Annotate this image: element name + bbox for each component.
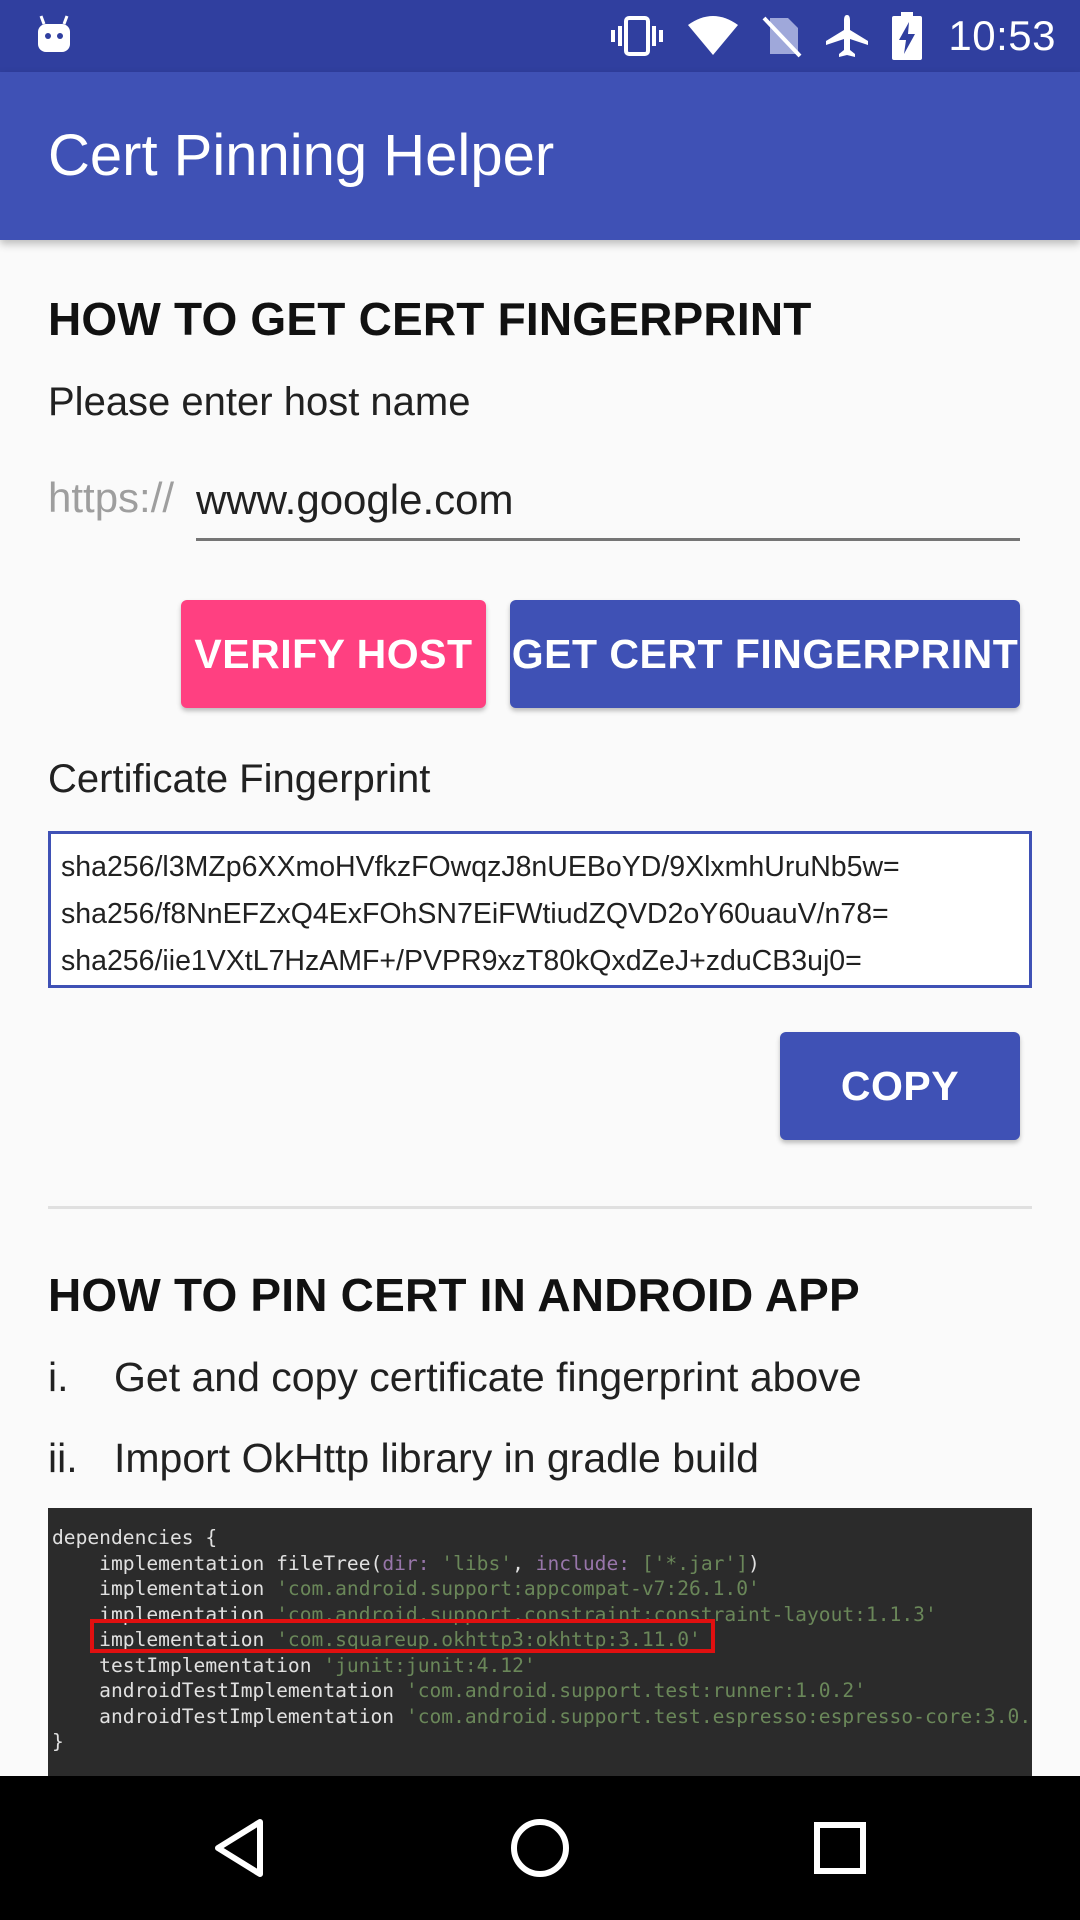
copy-button[interactable]: COPY: [780, 1032, 1020, 1140]
verify-host-button[interactable]: VERIFY HOST: [181, 600, 486, 708]
section-heading-get-fingerprint: HOW TO GET CERT FINGERPRINT: [48, 293, 812, 345]
okhttp-highlight-box: [90, 1619, 715, 1653]
code-line: }: [52, 1730, 64, 1753]
https-prefix: https://: [48, 474, 175, 521]
status-bar: 10:53: [0, 0, 1080, 72]
host-name-label: Please enter host name: [48, 380, 471, 424]
home-icon: [511, 1819, 569, 1877]
host-name-input[interactable]: [196, 470, 1020, 541]
recents-icon: [814, 1822, 866, 1874]
code-line: implementation 'com.android.support:appc…: [52, 1577, 760, 1600]
code-line: dependencies {: [52, 1526, 218, 1549]
code-line: androidTestImplementation 'com.android.s…: [52, 1704, 1032, 1728]
step-item: i. Get and copy certificate fingerprint a…: [48, 1354, 862, 1401]
code-line: androidTestImplementation 'com.android.s…: [52, 1679, 866, 1702]
code-line: implementation fileTree(dir: 'libs', inc…: [52, 1551, 760, 1575]
fingerprint-output[interactable]: sha256/l3MZp6XXmoHVfkzFOwqzJ8nUEBoYD/9Xl…: [48, 831, 1032, 988]
certificate-fingerprint-label: Certificate Fingerprint: [48, 757, 431, 801]
step-number: i.: [48, 1354, 69, 1400]
section-heading-pin-cert: HOW TO PIN CERT IN ANDROID APP: [48, 1269, 860, 1321]
no-sim-icon: [762, 16, 802, 58]
home-button[interactable]: [468, 1776, 612, 1920]
get-cert-fingerprint-button[interactable]: GET CERT FINGERPRINT: [510, 600, 1020, 708]
back-icon: [215, 1819, 263, 1877]
section-divider: [48, 1206, 1032, 1209]
step-text: Get and copy certificate fingerprint abo…: [114, 1354, 862, 1400]
battery-charging-icon: [892, 12, 923, 60]
wifi-icon: [688, 16, 739, 55]
status-time: 10:53: [948, 12, 1056, 59]
vibrate-icon: [611, 16, 664, 56]
navigation-bar: [0, 1776, 1080, 1920]
app-bar: Cert Pinning Helper: [0, 72, 1080, 240]
back-button[interactable]: [168, 1776, 312, 1920]
step-number: ii.: [48, 1435, 78, 1481]
gradle-code-screenshot: dependencies { implementation fileTree(d…: [48, 1508, 1032, 1776]
app-title: Cert Pinning Helper: [48, 123, 555, 188]
fingerprint-line: sha256/l3MZp6XXmoHVfkzFOwqzJ8nUEBoYD/9Xl…: [61, 851, 900, 883]
recents-button[interactable]: [768, 1776, 912, 1920]
code-line: testImplementation 'junit:junit:4.12': [52, 1653, 536, 1677]
android-robot-icon: [38, 15, 70, 52]
step-item: ii. Import OkHttp library in gradle build: [48, 1435, 759, 1482]
fingerprint-line: sha256/iie1VXtL7HzAMF+/PVPR9xzT80kQxdZeJ…: [61, 945, 862, 977]
fingerprint-line: sha256/f8NnEFZxQ4ExFOhSN7EiFWtiudZQVD2oY…: [61, 898, 889, 930]
step-text: Import OkHttp library in gradle build: [114, 1435, 759, 1481]
airplane-icon: [826, 15, 869, 57]
